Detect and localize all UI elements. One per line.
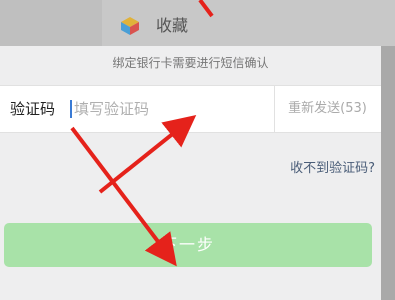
no-code-link[interactable]: 收不到验证码?: [290, 161, 375, 177]
code-row: 验证码 重新发送(53): [0, 85, 381, 133]
favorites-label: 收藏: [156, 16, 189, 35]
code-label: 验证码: [10, 100, 56, 118]
sms-notice: 绑定银行卡需要进行短信确认: [112, 56, 269, 70]
code-input[interactable]: [70, 96, 269, 122]
sms-verify-sheet: 绑定银行卡需要进行短信确认 验证码 重新发送(53) 收不到验证码? 下一步: [0, 46, 381, 300]
resend-button[interactable]: 重新发送(53): [274, 86, 381, 132]
favorites-card: [102, 0, 395, 46]
sheet-edge: [381, 46, 395, 300]
cube-icon: [121, 17, 139, 35]
next-step-button[interactable]: 下一步: [4, 223, 372, 267]
